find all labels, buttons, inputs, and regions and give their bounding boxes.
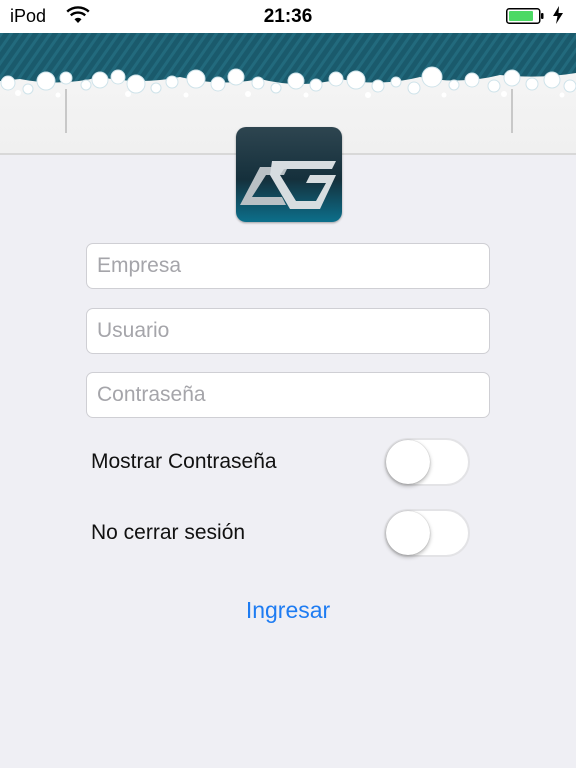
login-button[interactable]: Ingresar bbox=[188, 592, 388, 628]
status-bar: iPod 21:36 bbox=[0, 0, 576, 33]
status-time: 21:36 bbox=[263, 6, 313, 27]
user-field[interactable] bbox=[86, 308, 490, 354]
show-password-label: Mostrar Contraseña bbox=[91, 450, 277, 473]
bolt-icon bbox=[553, 6, 563, 24]
toggle-knob bbox=[386, 511, 430, 555]
stay-logged-in-toggle[interactable] bbox=[384, 509, 470, 557]
battery-icon bbox=[506, 8, 544, 24]
company-input[interactable] bbox=[87, 244, 489, 288]
company-field[interactable] bbox=[86, 243, 490, 289]
stay-logged-in-label: No cerrar sesión bbox=[91, 521, 246, 544]
user-input[interactable] bbox=[87, 309, 489, 353]
show-password-toggle[interactable] bbox=[384, 438, 470, 486]
password-field[interactable] bbox=[86, 372, 490, 418]
toggle-knob bbox=[386, 440, 430, 484]
ag-logo-icon bbox=[236, 127, 342, 222]
password-input[interactable] bbox=[87, 373, 489, 417]
